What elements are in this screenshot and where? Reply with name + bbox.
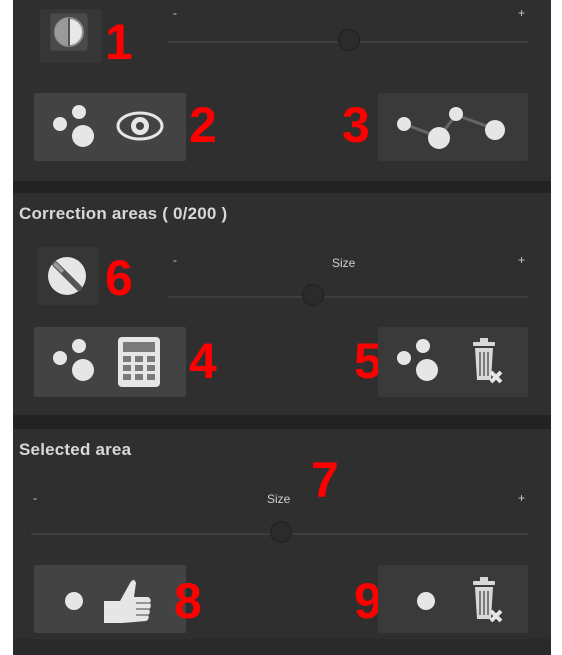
- callout-1: 1: [105, 14, 133, 70]
- correction-areas-panel: Correction areas ( 0/200 ) 6 - Size + 4: [13, 193, 551, 415]
- size-slider-knob[interactable]: [270, 521, 292, 543]
- approve-icon: [65, 580, 151, 623]
- selected-area-panel: Selected area 7 - Size + 8 9: [13, 429, 551, 639]
- delete-all-button[interactable]: [378, 327, 528, 397]
- selected-area-title: Selected area: [19, 440, 132, 459]
- size-slider-label: Size: [267, 492, 291, 506]
- slider-max-label: +: [518, 6, 526, 20]
- correction-areas-title: Correction areas ( 0/200 ): [19, 204, 228, 223]
- compare-icon: [49, 12, 89, 52]
- size-slider-min-label: -: [173, 253, 177, 267]
- calculate-icon: [53, 337, 160, 387]
- delete-selected-icon: [417, 577, 503, 623]
- connect-points-button[interactable]: [378, 93, 528, 161]
- approve-button[interactable]: [34, 565, 186, 633]
- size-slider-label: Size: [332, 256, 356, 270]
- slider-knob[interactable]: [338, 29, 360, 51]
- callout-7: 7: [311, 452, 339, 508]
- show-points-icon: [53, 105, 164, 147]
- bottom-edge: [13, 639, 551, 655]
- separator: [13, 181, 551, 193]
- calculate-button[interactable]: [34, 327, 186, 397]
- size-slider-min-label: -: [33, 491, 37, 505]
- size-slider-max-label: +: [518, 253, 526, 267]
- top-panel: 1 - + 2 3: [13, 0, 551, 181]
- callout-2: 2: [189, 97, 217, 153]
- brush-tool-icon: [48, 257, 86, 295]
- callout-6: 6: [105, 250, 133, 306]
- size-slider-max-label: +: [518, 491, 526, 505]
- callout-4: 4: [189, 333, 217, 389]
- slider-min-label: -: [173, 6, 177, 20]
- brush-tool-button[interactable]: [37, 247, 99, 305]
- callout-8: 8: [174, 573, 202, 629]
- connect-points-icon: [397, 107, 505, 149]
- separator: [13, 415, 551, 429]
- delete-all-icon: [397, 338, 503, 384]
- delete-selected-button[interactable]: [378, 565, 528, 633]
- show-points-button[interactable]: [34, 93, 186, 161]
- compare-button[interactable]: [40, 9, 102, 63]
- size-slider-knob[interactable]: [302, 284, 324, 306]
- size-slider-track[interactable]: [168, 296, 528, 298]
- callout-3: 3: [342, 97, 370, 153]
